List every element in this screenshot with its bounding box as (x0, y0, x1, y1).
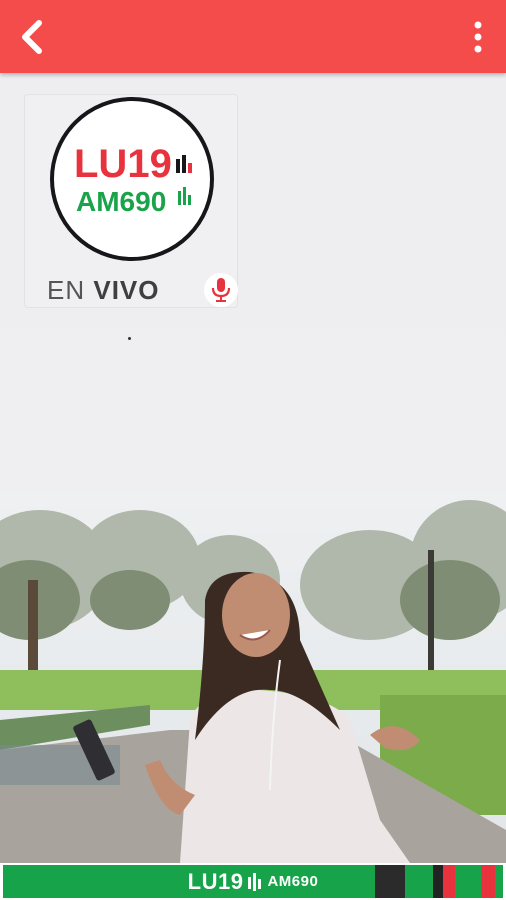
microphone-badge (204, 273, 238, 307)
back-button[interactable] (12, 17, 52, 57)
overflow-menu-button[interactable] (466, 17, 490, 57)
logo-sub-text: AM690 (76, 186, 166, 217)
signal-bars-icon (248, 872, 262, 891)
more-vertical-icon (474, 21, 482, 53)
chevron-left-icon (22, 20, 42, 54)
app-bar (0, 0, 506, 73)
microphone-icon (211, 278, 231, 302)
station-logo: LU19 AM690 (50, 97, 214, 261)
live-prefix: EN (47, 275, 86, 305)
station-card[interactable]: LU19 AM690 EN VIVO (24, 94, 238, 308)
banner-text: LU19 AM690 (188, 869, 319, 895)
live-label: EN VIVO (47, 275, 160, 306)
loading-dot (128, 337, 131, 340)
banner-sub-text: AM690 (267, 873, 319, 890)
live-indicator: EN VIVO (47, 273, 238, 307)
banner-green: LU19 AM690 (3, 865, 503, 898)
banner-main-text: LU19 (187, 868, 244, 894)
logo-main-text: LU19 (74, 142, 172, 186)
background-photo (0, 490, 506, 863)
bottom-ad-banner[interactable]: LU19 AM690 (0, 863, 506, 900)
banner-flag-stripes (375, 865, 503, 898)
live-word: VIVO (93, 275, 160, 305)
